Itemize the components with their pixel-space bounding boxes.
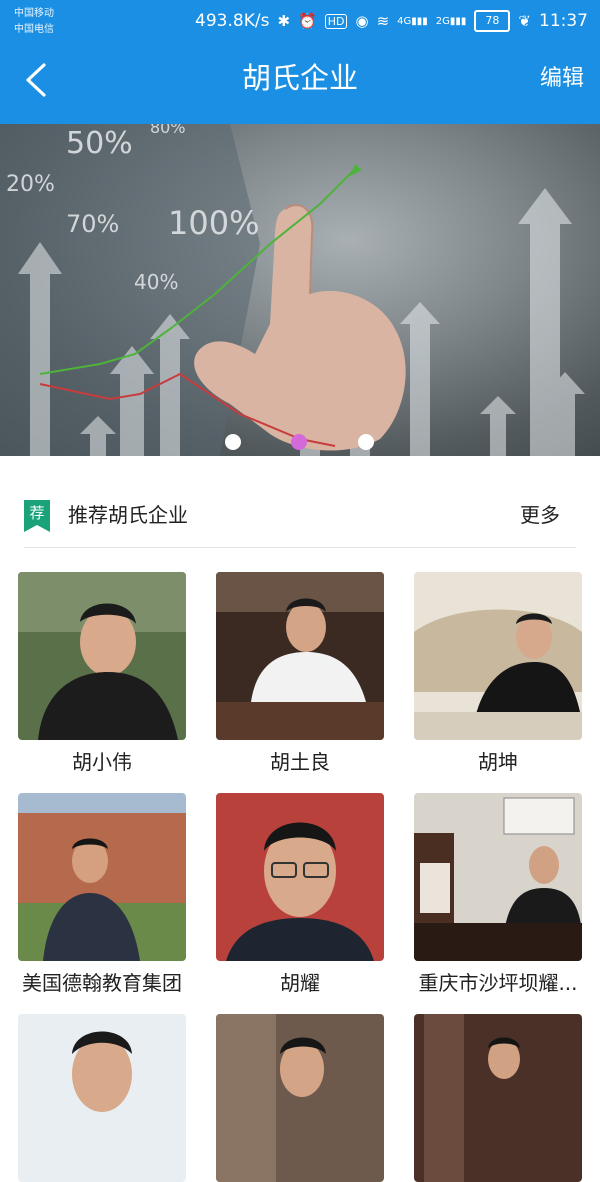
section-title: 推荐胡氏企业	[68, 503, 188, 527]
person-card[interactable]: 胡耀	[216, 793, 384, 995]
bluetooth-icon: ✱	[277, 12, 291, 30]
leaf-icon: ❦	[518, 12, 531, 30]
section-header: 荐 推荐胡氏企业 更多	[0, 480, 600, 548]
person-card[interactable]: 美国德翰教育集团	[18, 793, 186, 995]
net-speed: 493.8K/s	[195, 11, 270, 31]
carousel-dot[interactable]	[358, 434, 374, 450]
people-grid: 胡小伟 胡土良 胡坤 美国德翰教育集团 胡耀 重庆市沙坪坝耀...	[0, 572, 600, 1182]
more-link[interactable]: 更多	[520, 498, 560, 532]
battery-level: 78	[485, 14, 500, 27]
percent-label: 50%	[66, 126, 133, 161]
percent-label: 80%	[150, 124, 186, 137]
person-card[interactable]: 重庆市沙坪坝耀...	[414, 793, 582, 995]
person-name: 胡土良	[270, 750, 330, 774]
person-card[interactable]: 胡小伟	[18, 572, 186, 774]
person-name: 美国德翰教育集团	[22, 971, 182, 995]
eye-icon: ◉	[355, 12, 369, 30]
banner-carousel[interactable]: 50% 80% 20% 70% 100% 40%	[0, 124, 600, 456]
carrier-1: 中国移动	[14, 8, 54, 19]
percent-label: 40%	[134, 270, 179, 294]
top-bar: 中国移动 中国电信 493.8K/s ✱ ⏰ HD ◉ ≋ 4G▮▮▮ 2G▮▮…	[0, 0, 600, 124]
section-divider	[24, 547, 576, 548]
signal-4g-icon: 4G▮▮▮	[397, 15, 428, 27]
percent-label: 70%	[66, 210, 120, 238]
percent-label: 100%	[168, 204, 260, 242]
battery-icon: 78	[474, 10, 511, 32]
status-bar: 中国移动 中国电信 493.8K/s ✱ ⏰ HD ◉ ≋ 4G▮▮▮ 2G▮▮…	[0, 0, 600, 46]
person-photo	[18, 572, 186, 740]
wifi-icon: ≋	[376, 12, 390, 30]
person-card[interactable]	[414, 1014, 582, 1182]
person-photo	[18, 793, 186, 961]
person-name: 胡小伟	[72, 750, 132, 774]
person-photo	[414, 572, 582, 740]
recommend-badge-icon: 荐	[24, 500, 50, 532]
signal-2g-icon: 2G▮▮▮	[435, 15, 467, 27]
percent-label: 20%	[6, 172, 55, 197]
person-name: 胡坤	[478, 750, 518, 774]
person-card[interactable]	[216, 1014, 384, 1182]
person-photo	[216, 572, 384, 740]
person-photo	[216, 793, 384, 961]
person-card[interactable]	[18, 1014, 186, 1182]
banner-image	[0, 124, 585, 456]
person-photo	[414, 1014, 582, 1182]
person-name: 重庆市沙坪坝耀...	[418, 971, 578, 995]
page-title: 胡氏企业	[241, 61, 358, 95]
person-name: 胡耀	[280, 971, 320, 995]
carrier-2: 中国电信	[14, 24, 54, 35]
person-card[interactable]: 胡坤	[414, 572, 582, 774]
badge-label: 荐	[29, 504, 45, 522]
alarm-icon: ⏰	[298, 12, 317, 30]
carousel-dot-active[interactable]	[291, 434, 307, 450]
person-photo	[18, 1014, 186, 1182]
carrier-info: 中国移动 中国电信	[14, 6, 54, 38]
edit-button[interactable]: 编辑	[540, 62, 584, 96]
carousel-indicator	[0, 434, 600, 452]
nav-bar: 胡氏企业 编辑	[0, 46, 600, 124]
person-photo	[216, 1014, 384, 1182]
person-card[interactable]: 胡土良	[216, 572, 384, 774]
carousel-dot[interactable]	[225, 434, 241, 450]
hd-icon: HD	[324, 13, 348, 29]
status-icons: 493.8K/s ✱ ⏰ HD ◉ ≋ 4G▮▮▮ 2G▮▮▮ 78 ❦ 11:…	[195, 8, 588, 34]
clock: 11:37	[539, 11, 588, 31]
person-photo	[414, 793, 582, 961]
